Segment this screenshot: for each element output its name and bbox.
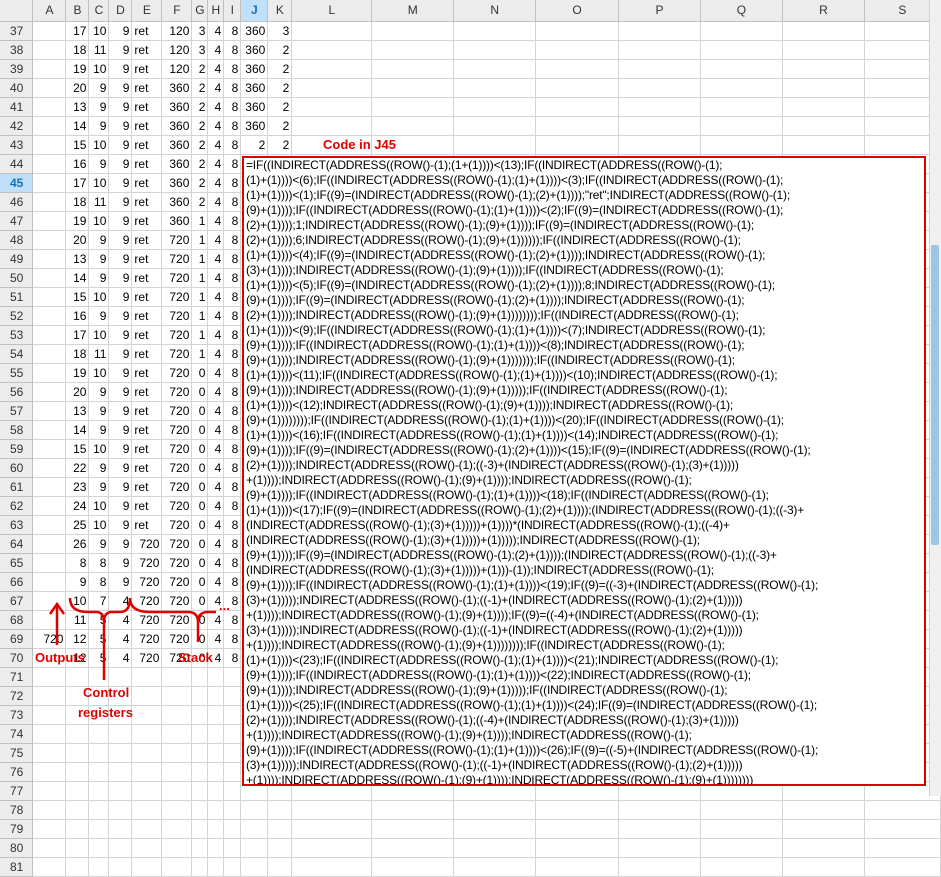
vertical-scrollbar[interactable] bbox=[929, 0, 941, 796]
cell-s[interactable] bbox=[864, 838, 941, 858]
cell-r[interactable] bbox=[782, 800, 865, 820]
cell-m[interactable] bbox=[371, 800, 455, 820]
cell-r[interactable] bbox=[782, 819, 865, 839]
cell-k[interactable] bbox=[267, 819, 293, 839]
cell-h[interactable] bbox=[207, 819, 225, 839]
cell-p[interactable] bbox=[618, 857, 701, 877]
cell-m[interactable] bbox=[371, 857, 455, 877]
cell-c[interactable] bbox=[88, 857, 110, 877]
cell-c[interactable] bbox=[88, 819, 110, 839]
cell-j[interactable] bbox=[240, 819, 269, 839]
cell-d[interactable] bbox=[108, 838, 133, 858]
cell-e[interactable] bbox=[131, 800, 163, 820]
cell-g[interactable] bbox=[191, 857, 209, 877]
cell-c[interactable] bbox=[88, 800, 110, 820]
cell-q[interactable] bbox=[700, 800, 783, 820]
cell-o[interactable] bbox=[535, 838, 620, 858]
cell-r[interactable] bbox=[782, 838, 865, 858]
cell-p[interactable] bbox=[618, 819, 701, 839]
annotation-arrows bbox=[48, 597, 216, 680]
cell-n[interactable] bbox=[453, 857, 537, 877]
cell-h[interactable] bbox=[207, 838, 225, 858]
cell-m[interactable] bbox=[371, 838, 455, 858]
cell-d[interactable] bbox=[108, 819, 133, 839]
cell-c[interactable] bbox=[88, 838, 110, 858]
table-row: 80 bbox=[0, 838, 941, 858]
cell-p[interactable] bbox=[618, 800, 701, 820]
cell-g[interactable] bbox=[191, 800, 209, 820]
cell-h[interactable] bbox=[207, 857, 225, 877]
scrollbar-thumb[interactable] bbox=[931, 245, 939, 545]
cell-b[interactable] bbox=[65, 857, 90, 877]
cell-e[interactable] bbox=[131, 838, 163, 858]
cell-g[interactable] bbox=[191, 819, 209, 839]
cell-a[interactable] bbox=[32, 800, 67, 820]
cell-j[interactable] bbox=[240, 838, 269, 858]
cell-r[interactable] bbox=[782, 857, 865, 877]
cell-d[interactable] bbox=[108, 800, 133, 820]
row-header[interactable]: 78 bbox=[0, 800, 34, 820]
cell-o[interactable] bbox=[535, 819, 620, 839]
cell-b[interactable] bbox=[65, 800, 90, 820]
cell-q[interactable] bbox=[700, 819, 783, 839]
cell-q[interactable] bbox=[700, 857, 783, 877]
cell-i[interactable] bbox=[223, 800, 242, 820]
cell-s[interactable] bbox=[864, 857, 941, 877]
cell-b[interactable] bbox=[65, 838, 90, 858]
cell-i[interactable] bbox=[223, 819, 242, 839]
cell-s[interactable] bbox=[864, 800, 941, 820]
cell-h[interactable] bbox=[207, 800, 225, 820]
cell-l[interactable] bbox=[291, 838, 373, 858]
row-header[interactable]: 80 bbox=[0, 838, 34, 858]
cell-p[interactable] bbox=[618, 838, 701, 858]
cell-n[interactable] bbox=[453, 838, 537, 858]
cell-k[interactable] bbox=[267, 800, 293, 820]
cell-l[interactable] bbox=[291, 800, 373, 820]
cell-j[interactable] bbox=[240, 800, 269, 820]
table-row: 79 bbox=[0, 819, 941, 839]
cell-e[interactable] bbox=[131, 819, 163, 839]
cell-s[interactable] bbox=[864, 819, 941, 839]
cell-k[interactable] bbox=[267, 857, 293, 877]
cell-i[interactable] bbox=[223, 838, 242, 858]
cell-l[interactable] bbox=[291, 819, 373, 839]
cell-a[interactable] bbox=[32, 819, 67, 839]
cell-f[interactable] bbox=[161, 857, 193, 877]
cell-f[interactable] bbox=[161, 800, 193, 820]
cell-n[interactable] bbox=[453, 800, 537, 820]
cell-q[interactable] bbox=[700, 838, 783, 858]
cell-n[interactable] bbox=[453, 819, 537, 839]
cell-g[interactable] bbox=[191, 838, 209, 858]
cell-f[interactable] bbox=[161, 838, 193, 858]
table-row: 81 bbox=[0, 857, 941, 877]
row-header[interactable]: 79 bbox=[0, 819, 34, 839]
row-header[interactable]: 81 bbox=[0, 857, 34, 877]
table-row: 78 bbox=[0, 800, 941, 820]
cell-b[interactable] bbox=[65, 819, 90, 839]
cell-j[interactable] bbox=[240, 857, 269, 877]
cell-o[interactable] bbox=[535, 800, 620, 820]
cell-m[interactable] bbox=[371, 819, 455, 839]
cell-o[interactable] bbox=[535, 857, 620, 877]
cell-i[interactable] bbox=[223, 857, 242, 877]
cell-d[interactable] bbox=[108, 857, 133, 877]
cell-a[interactable] bbox=[32, 838, 67, 858]
cell-f[interactable] bbox=[161, 819, 193, 839]
cell-a[interactable] bbox=[32, 857, 67, 877]
cell-k[interactable] bbox=[267, 838, 293, 858]
cell-l[interactable] bbox=[291, 857, 373, 877]
cell-e[interactable] bbox=[131, 857, 163, 877]
